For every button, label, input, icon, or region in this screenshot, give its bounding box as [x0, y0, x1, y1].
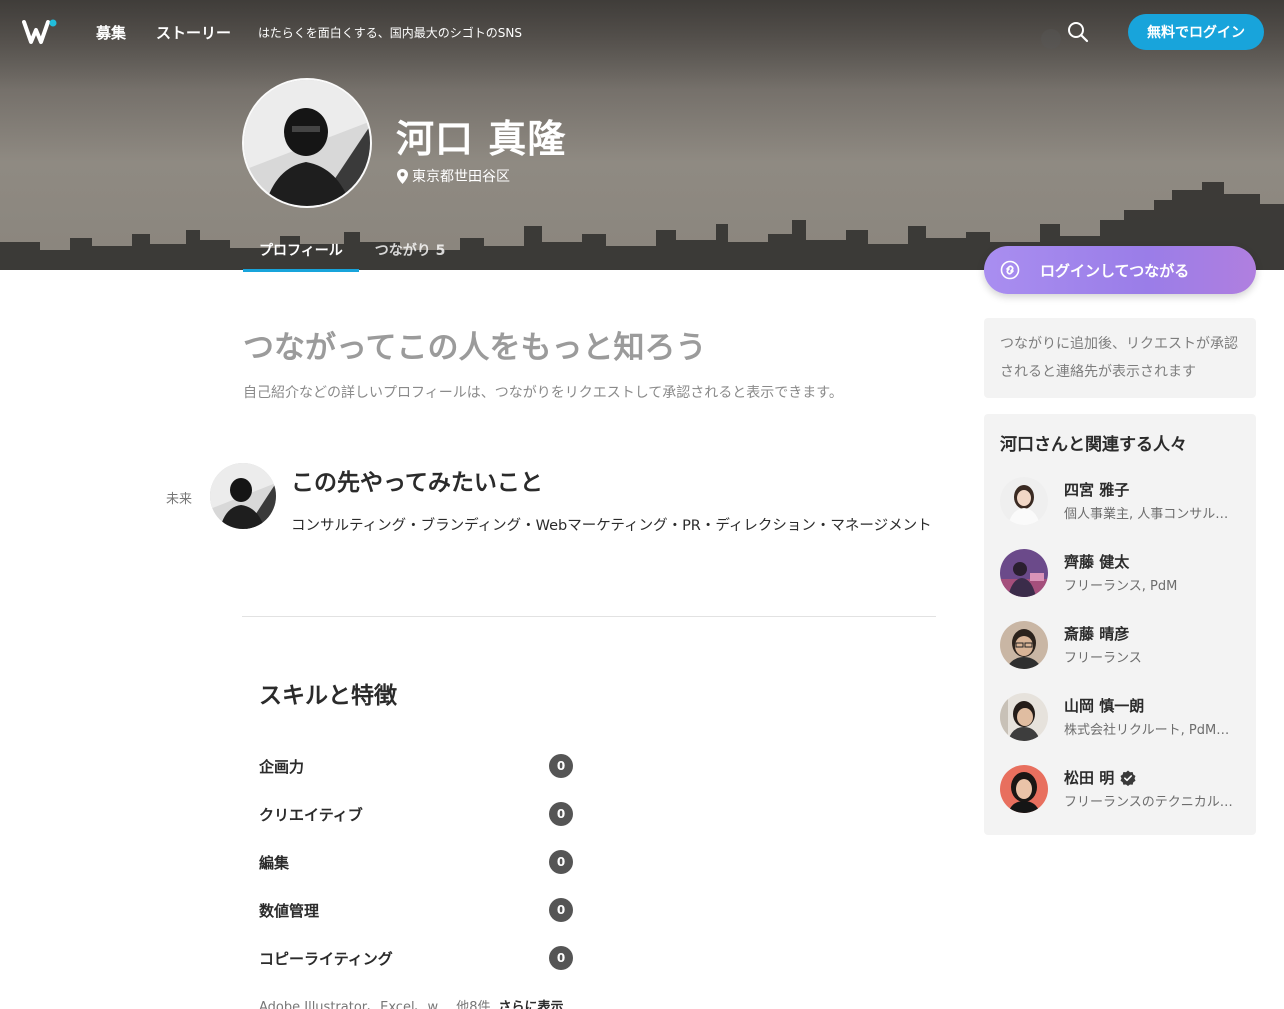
connect-label: ログインしてつながる — [1040, 262, 1190, 280]
site-tagline: はたらくを面白くする、国内最大のシゴトのSNS — [258, 26, 522, 40]
location-text: 東京都世田谷区 — [412, 169, 510, 185]
search-icon[interactable] — [1066, 20, 1090, 44]
person-role: フリーランス, PdM — [1064, 579, 1178, 594]
avatar — [1000, 765, 1048, 813]
skill-name: コピーライティング — [259, 949, 393, 968]
profile-name: 河口 真隆 — [396, 117, 567, 161]
skill-endorse-count[interactable]: 0 — [549, 802, 573, 826]
person-role: 株式会社リクルート, PdM（プロダクトマネージャー） — [1064, 723, 1240, 738]
login-button[interactable]: 無料でログイン — [1128, 14, 1264, 50]
skills-more-text: Adobe Illustrator、Excel、w — [259, 1000, 439, 1009]
future-body: コンサルティング・ブランディング・Webマーケティング・PR・ディレクション・マ… — [291, 518, 932, 534]
avatar — [1000, 549, 1048, 597]
person-name-text: 松田 明 — [1064, 769, 1115, 787]
notification-dot — [1041, 29, 1061, 49]
skills-more-count: 他8件 — [456, 1000, 491, 1009]
skill-name: クリエイティブ — [259, 805, 363, 824]
related-person[interactable]: 斎藤 晴彦 フリーランス — [1000, 621, 1240, 671]
related-person[interactable]: 齊藤 健太 フリーランス, PdM — [1000, 549, 1240, 599]
skills-title: スキルと特徴 — [259, 683, 397, 709]
skill-name: 編集 — [259, 853, 290, 872]
skill-row[interactable]: クリエイティブ 0 — [259, 801, 573, 827]
skill-endorse-count[interactable]: 0 — [549, 898, 573, 922]
future-section-label: 未来 — [166, 492, 193, 507]
person-role: フリーランスのテクニカルライター — [1064, 795, 1240, 810]
show-more-link[interactable]: さらに表示 — [498, 996, 563, 1009]
skill-name: 数値管理 — [259, 901, 320, 920]
related-people-panel: 河口さんと関連する人々 四宮 雅子 個人事業主, 人事コンサルタント 齊藤 健太… — [984, 414, 1256, 835]
verified-icon — [1120, 770, 1136, 786]
skill-row[interactable]: 数値管理 0 — [259, 897, 573, 923]
login-connect-button[interactable]: ログインしてつながる — [984, 246, 1256, 294]
section-divider — [242, 616, 936, 617]
skill-endorse-count[interactable]: 0 — [549, 946, 573, 970]
top-navigation: 募集 ストーリー はたらくを面白くする、国内最大のシゴトのSNS 無料でログイン — [0, 0, 1284, 64]
profile-tabs: プロフィール つながり 5 — [243, 228, 461, 272]
skills-more: Adobe Illustrator、Excel、w 他8件 さらに表示 — [259, 996, 573, 1009]
avatar — [1000, 693, 1048, 741]
tab-connections[interactable]: つながり 5 — [359, 228, 462, 272]
wantedly-logo-icon[interactable] — [22, 18, 58, 46]
person-name: 斎藤 晴彦 — [1064, 625, 1130, 643]
person-name: 四宮 雅子 — [1064, 481, 1130, 499]
map-pin-icon — [397, 168, 408, 184]
related-person[interactable]: 松田 明 フリーランスのテクニカルライター — [1000, 765, 1240, 815]
link-icon — [1000, 260, 1020, 280]
person-name: 齊藤 健太 — [1064, 553, 1130, 571]
connect-info-box: つながりに追加後、リクエストが承認されると連絡先が表示されます — [984, 318, 1256, 398]
nav-link-stories[interactable]: ストーリー — [156, 22, 231, 43]
skill-row[interactable]: 企画力 0 — [259, 753, 573, 779]
person-name: 山岡 慎一朗 — [1064, 697, 1145, 715]
future-avatar — [210, 463, 276, 529]
person-role: 個人事業主, 人事コンサルタント — [1064, 507, 1240, 522]
skill-endorse-count[interactable]: 0 — [549, 850, 573, 874]
tab-profile[interactable]: プロフィール — [243, 228, 359, 272]
person-name: 松田 明 — [1064, 767, 1136, 788]
related-title: 河口さんと関連する人々 — [1000, 435, 1187, 455]
avatar — [1000, 621, 1048, 669]
connect-headline: つながってこの人をもっと知ろう — [243, 330, 707, 366]
profile-location: 東京都世田谷区 — [397, 166, 510, 186]
skill-row[interactable]: 編集 0 — [259, 849, 573, 875]
profile-avatar — [242, 78, 372, 208]
avatar — [1000, 477, 1048, 525]
future-title: この先やってみたいこと — [291, 470, 543, 496]
skill-endorse-count[interactable]: 0 — [549, 754, 573, 778]
related-person[interactable]: 山岡 慎一朗 株式会社リクルート, PdM（プロダクトマネージャー） — [1000, 693, 1240, 743]
related-person[interactable]: 四宮 雅子 個人事業主, 人事コンサルタント — [1000, 477, 1240, 527]
connect-subline: 自己紹介などの詳しいプロフィールは、つながりをリクエストして承認されると表示でき… — [243, 385, 843, 401]
skill-name: 企画力 — [259, 757, 305, 776]
skill-row[interactable]: コピーライティング 0 — [259, 945, 573, 971]
person-role: フリーランス — [1064, 651, 1142, 666]
nav-link-jobs[interactable]: 募集 — [96, 22, 126, 43]
